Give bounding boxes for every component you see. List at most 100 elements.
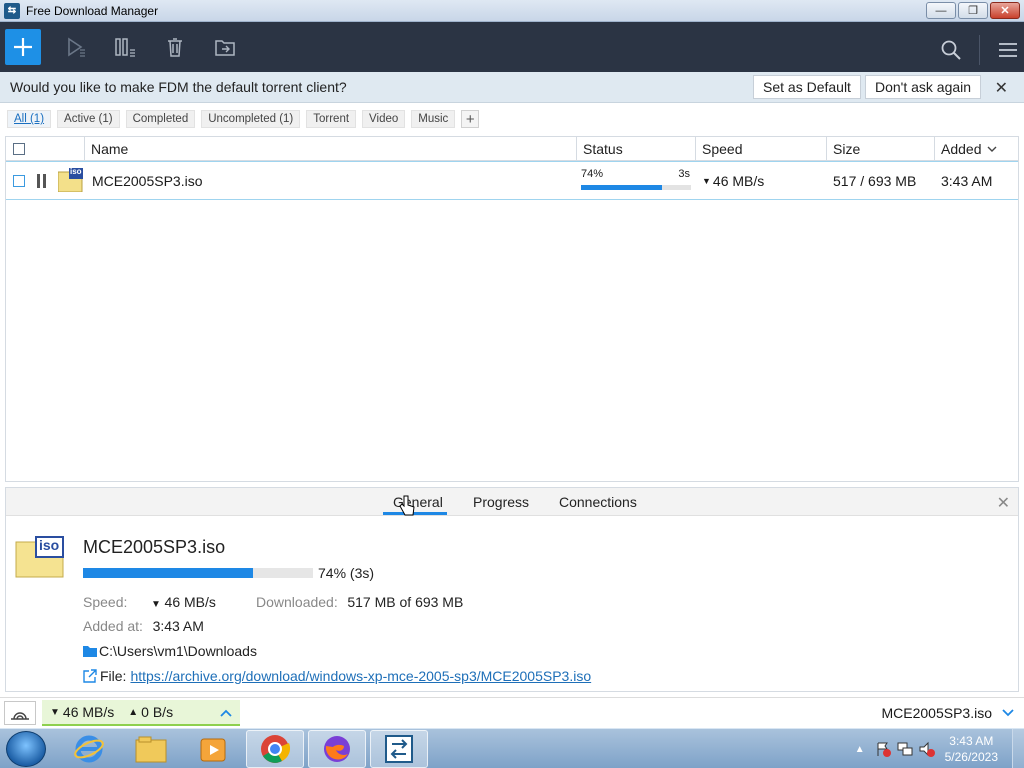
speed-mode-button[interactable]: [4, 701, 36, 725]
set-as-default-button[interactable]: Set as Default: [753, 75, 861, 99]
folder-path: C:\Users\vm1\Downloads: [99, 643, 257, 659]
file-url-link[interactable]: https://archive.org/download/windows-xp-…: [130, 668, 591, 684]
toolbar-divider: [979, 35, 980, 65]
media-player-icon: [200, 738, 226, 762]
details-progress-text: 74% (3s): [318, 565, 375, 581]
filter-all[interactable]: All (1): [7, 110, 52, 128]
details-panel: General Progress Connections ✕ iso MCE20…: [5, 487, 1019, 692]
minimize-button[interactable]: —: [926, 2, 956, 19]
menu-icon[interactable]: [998, 41, 1018, 59]
system-tray: ▲ 3:43 AM 5/26/2023: [855, 729, 1024, 768]
title-bar: ⇆ Free Download Manager — ❐ ✕: [0, 0, 1024, 22]
status-up-speed: 0 B/s: [141, 704, 174, 720]
column-header-added-label: Added: [941, 140, 982, 157]
sort-chevron-down-icon: [987, 146, 997, 152]
row-added: 3:43 AM: [941, 172, 993, 189]
tab-progress[interactable]: Progress: [473, 494, 529, 510]
up-arrow-icon: ▲: [128, 706, 139, 718]
play-icon: [68, 37, 85, 57]
dont-ask-again-button[interactable]: Don't ask again: [865, 75, 982, 99]
row-size: 517 / 693 MB: [833, 172, 917, 189]
details-added-row: Added at: 3:43 AM: [83, 618, 204, 634]
column-header-size[interactable]: Size: [827, 137, 935, 160]
pause-row-icon[interactable]: [36, 173, 48, 188]
pause-icon: [115, 38, 135, 57]
filter-video[interactable]: Video: [362, 110, 406, 128]
taskbar-internet-explorer[interactable]: [60, 730, 118, 768]
row-status: 74% 3s: [577, 162, 696, 199]
speed-indicator[interactable]: ▼ 46 MB/s ▲ 0 B/s: [42, 700, 240, 726]
taskbar-free-download-manager[interactable]: [370, 730, 428, 768]
download-arrow-icon: ▼: [702, 175, 711, 186]
column-header-name[interactable]: Name: [85, 137, 577, 160]
firefox-icon: [324, 736, 350, 762]
details-close-icon[interactable]: ✕: [997, 493, 1010, 513]
main-toolbar: [0, 22, 1024, 72]
details-folder-row[interactable]: C:\Users\vm1\Downloads: [83, 643, 257, 659]
speed-label: Speed:: [83, 594, 128, 610]
fdm-app-icon: ⇆: [4, 2, 20, 19]
search-icon[interactable]: [941, 40, 961, 60]
add-download-button[interactable]: [5, 29, 41, 65]
table-header: Name Status Speed Size Added: [6, 137, 1018, 161]
chrome-icon: [261, 735, 290, 763]
snail-icon: [11, 712, 29, 720]
mouse-pointer-hand-icon: [399, 495, 415, 516]
filter-music[interactable]: Music: [411, 110, 456, 128]
status-bar: ▼ 46 MB/s ▲ 0 B/s MCE2005SP3.iso: [0, 697, 1024, 728]
select-all-checkbox[interactable]: [13, 142, 25, 155]
move-to-folder-button[interactable]: [213, 35, 237, 59]
add-filter-button[interactable]: +: [461, 110, 480, 128]
action-center-flag-icon[interactable]: [875, 741, 891, 757]
row-checkbox[interactable]: [13, 174, 25, 187]
row-progress-text: 74%: [581, 168, 604, 180]
close-button[interactable]: ✕: [990, 2, 1020, 19]
taskbar-file-explorer[interactable]: [122, 730, 180, 768]
taskbar-clock[interactable]: 3:43 AM 5/26/2023: [945, 733, 998, 765]
filter-completed[interactable]: Completed: [125, 110, 196, 128]
column-header-added[interactable]: Added: [935, 137, 1018, 160]
details-progress-fill: [83, 568, 254, 578]
start-button[interactable]: [6, 731, 46, 767]
taskbar-chrome[interactable]: [246, 730, 304, 768]
details-tabs: General Progress Connections ✕: [6, 488, 1018, 516]
resume-button[interactable]: [63, 35, 87, 59]
filter-active[interactable]: Active (1): [57, 110, 120, 128]
row-file-name: MCE2005SP3.iso: [92, 172, 203, 189]
row-progress-fill: [581, 185, 663, 190]
filter-uncompleted[interactable]: Uncompleted (1): [201, 110, 301, 128]
table-row[interactable]: iso MCE2005SP3.iso 74% 3s ▼ 46 MB/s 517 …: [6, 161, 1018, 200]
taskbar-media-player[interactable]: [184, 730, 242, 768]
downloaded-value: 517 MB of 693 MB: [347, 594, 464, 610]
show-desktop-button[interactable]: [1012, 729, 1024, 768]
details-file-name: MCE2005SP3.iso: [83, 537, 226, 557]
column-header-speed[interactable]: Speed: [696, 137, 827, 160]
notification-close-icon[interactable]: ✕: [995, 78, 1008, 98]
network-icon[interactable]: [897, 741, 913, 757]
show-hidden-icons-icon[interactable]: ▲: [855, 744, 865, 755]
maximize-button[interactable]: ❐: [958, 2, 988, 19]
status-current-file: MCE2005SP3.iso: [881, 705, 992, 721]
details-speed-row: Speed: ▼ 46 MB/s: [83, 594, 216, 610]
filter-torrent[interactable]: Torrent: [306, 110, 357, 128]
taskbar-firefox[interactable]: [308, 730, 366, 768]
pause-button[interactable]: [113, 35, 137, 59]
details-downloaded-row: Downloaded: 517 MB of 693 MB: [256, 594, 463, 610]
fdm-taskbar-icon: [385, 735, 413, 763]
delete-button[interactable]: [163, 35, 187, 59]
chevron-down-icon[interactable]: [1002, 709, 1014, 717]
clock-time: 3:43 AM: [949, 734, 994, 748]
tab-connections[interactable]: Connections: [559, 494, 637, 510]
file-explorer-icon: [135, 736, 167, 763]
row-speed: ▼ 46 MB/s: [696, 173, 827, 189]
notification-message: Would you like to make FDM the default t…: [10, 79, 347, 95]
volume-muted-icon[interactable]: [919, 741, 935, 757]
speed-down-arrow-icon: ▼: [151, 599, 161, 610]
added-at-value: 3:43 AM: [152, 618, 204, 634]
downloads-table: Name Status Speed Size Added iso MCE2005…: [5, 136, 1019, 482]
details-iso-file-icon: iso: [15, 536, 65, 578]
row-progress-bar: [581, 185, 691, 190]
folder-icon: [83, 646, 97, 657]
chevron-up-icon: [220, 709, 232, 717]
column-header-status[interactable]: Status: [577, 137, 696, 160]
